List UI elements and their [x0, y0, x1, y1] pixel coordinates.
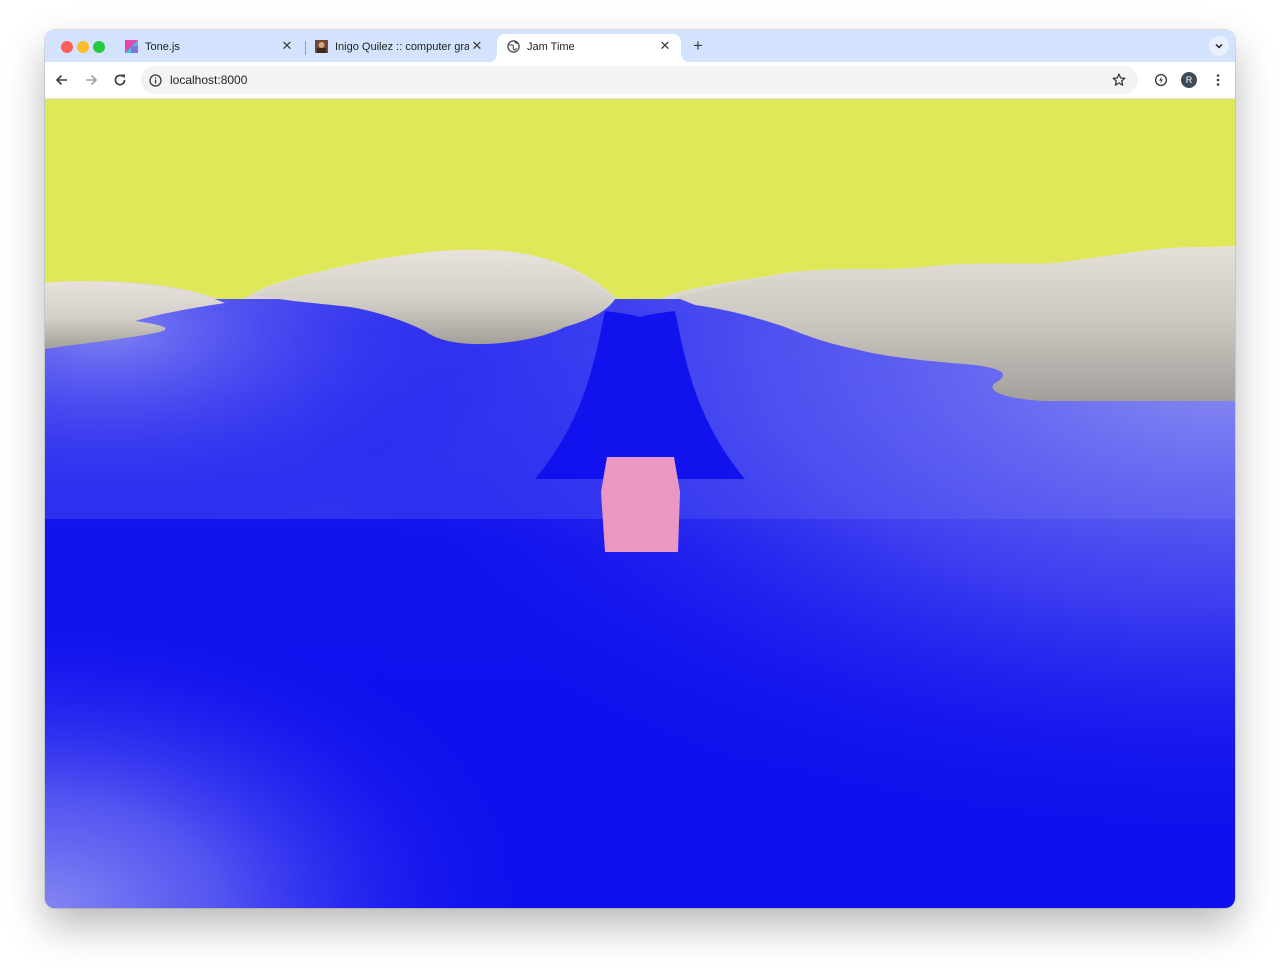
- globe-icon: [507, 40, 520, 53]
- tab-tonejs[interactable]: Tone.js ✕: [115, 34, 303, 62]
- reload-icon: [114, 74, 126, 86]
- reload-button[interactable]: [111, 71, 129, 89]
- cube-face: [601, 457, 680, 552]
- extension-button[interactable]: [1152, 71, 1170, 89]
- url-text: localhost:8000: [170, 73, 248, 87]
- minimize-window-button[interactable]: [77, 41, 89, 53]
- close-tab-icon[interactable]: ✕: [657, 38, 673, 54]
- tab-inigo-quilez[interactable]: Inigo Quilez :: computer graphics, mathe…: [305, 34, 493, 62]
- tab-title: Jam Time: [527, 41, 575, 53]
- tab-title: Inigo Quilez :: computer graphics, mathe…: [335, 41, 469, 53]
- browser-toolbar: localhost:8000 R: [45, 62, 1235, 99]
- browser-window: Tone.js ✕ Inigo Quilez :: computer graph…: [45, 30, 1235, 908]
- menu-button[interactable]: [1209, 71, 1227, 89]
- tonejs-favicon: [125, 40, 138, 53]
- back-button[interactable]: [53, 71, 71, 89]
- kebab-menu-icon: [1216, 74, 1220, 86]
- rendered-scene: [45, 99, 1235, 908]
- close-window-button[interactable]: [61, 41, 73, 53]
- water-highlight-bottom-left: [45, 519, 665, 908]
- site-info-icon[interactable]: [147, 72, 163, 88]
- tab-search-button[interactable]: [1209, 36, 1229, 56]
- arrow-left-icon: [55, 74, 67, 86]
- webgl-canvas[interactable]: [45, 99, 1235, 908]
- forward-button[interactable]: [82, 71, 100, 89]
- tab-jam-time[interactable]: Jam Time ✕: [497, 34, 681, 62]
- iq-avatar-favicon: [315, 40, 328, 53]
- tab-title: Tone.js: [145, 41, 180, 53]
- extension-icon: [1154, 73, 1168, 87]
- bookmark-star-icon[interactable]: [1110, 71, 1128, 89]
- maximize-window-button[interactable]: [93, 41, 105, 53]
- arrow-right-icon: [86, 74, 98, 86]
- new-tab-button[interactable]: +: [689, 37, 707, 55]
- close-tab-icon[interactable]: ✕: [469, 38, 485, 54]
- address-bar[interactable]: localhost:8000: [141, 66, 1138, 94]
- profile-avatar[interactable]: R: [1181, 72, 1197, 88]
- close-tab-icon[interactable]: ✕: [279, 38, 295, 54]
- tab-strip: Tone.js ✕ Inigo Quilez :: computer graph…: [45, 30, 1235, 62]
- chevron-down-icon: [1215, 43, 1223, 49]
